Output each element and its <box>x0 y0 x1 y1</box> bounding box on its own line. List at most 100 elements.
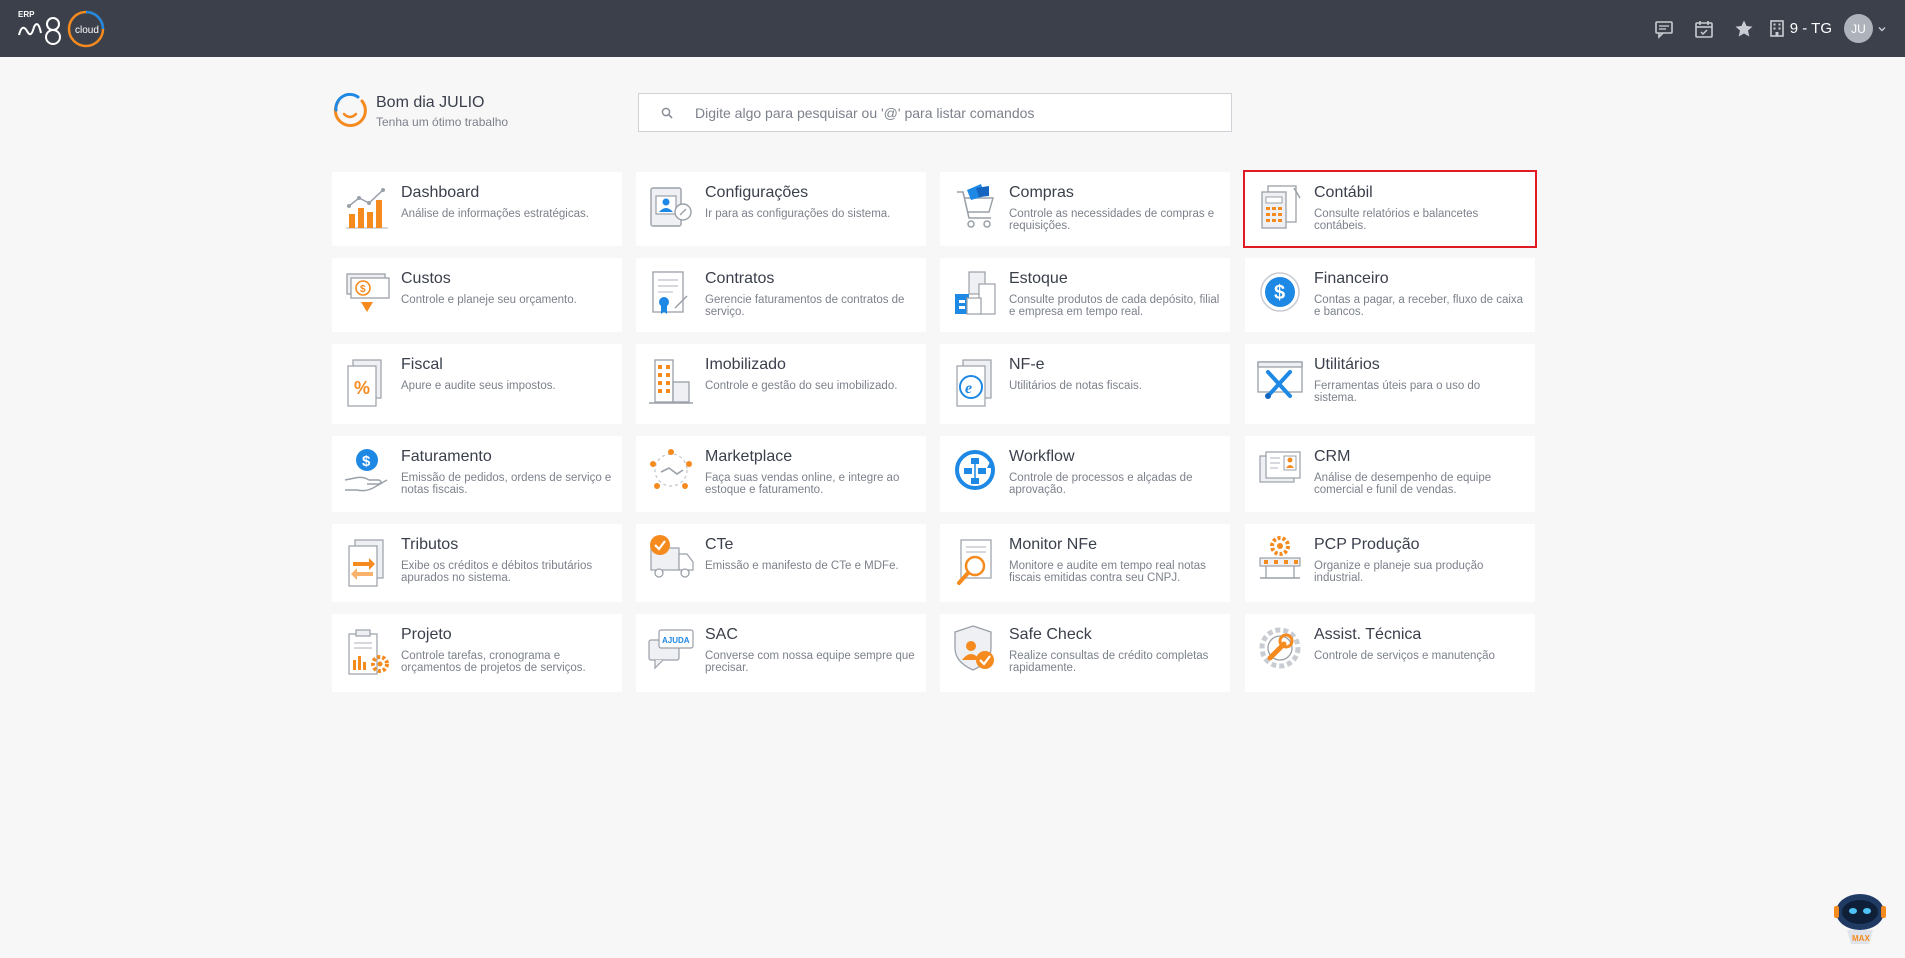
favorites-button[interactable] <box>1724 9 1764 49</box>
module-description: Emissão de pedidos, ordens de serviço e … <box>401 472 612 496</box>
module-card-pcp-producao[interactable]: PCP Produção Organize e planeje sua prod… <box>1245 524 1535 602</box>
module-description: Contas a pagar, a receber, fluxo de caix… <box>1314 294 1524 318</box>
module-title: Configurações <box>705 184 809 201</box>
module-card-assist-tecnica[interactable]: Assist. Técnica Controle de serviços e m… <box>1245 614 1535 692</box>
module-card-marketplace[interactable]: Marketplace Faça suas vendas online, e i… <box>636 436 926 512</box>
module-card-estoque[interactable]: Estoque Consulte produtos de cada depósi… <box>940 258 1230 332</box>
svg-text:$: $ <box>362 453 371 470</box>
calendar-button[interactable] <box>1684 9 1724 49</box>
greeting-subtitle: Tenha um ótimo trabalho <box>376 115 509 129</box>
user-menu[interactable]: JU <box>1844 14 1887 43</box>
star-icon <box>1735 20 1753 36</box>
project-clipboard-icon <box>348 629 389 675</box>
svg-text:cloud: cloud <box>75 25 99 36</box>
greeting-logo-icon <box>333 92 367 127</box>
module-card-nfe[interactable]: e NF-e Utilitários de notas fiscais. <box>940 344 1230 424</box>
module-title: SAC <box>705 626 738 643</box>
command-search[interactable] <box>638 93 1232 132</box>
module-title: PCP Produção <box>1314 536 1420 553</box>
module-description: Controle tarefas, cronograma e orçamento… <box>401 650 586 674</box>
module-title: Estoque <box>1009 270 1068 287</box>
module-description: Controle de processos e alçadas de aprov… <box>1009 472 1193 496</box>
module-card-fiscal[interactable]: % Fiscal Apure e audite seus impostos. <box>332 344 622 424</box>
svg-text:AJUDA: AJUDA <box>662 636 690 645</box>
robot-assistant-icon[interactable]: MAX <box>1831 888 1889 946</box>
module-description: Consulte produtos de cada depósito, fili… <box>1009 294 1220 318</box>
module-card-custos[interactable]: $ Custos Controle e planeje seu orçament… <box>332 258 622 332</box>
nfe-document-icon: e <box>956 359 992 407</box>
module-description: Organize e planeje sua produção industri… <box>1314 560 1484 584</box>
stock-boxes-icon <box>955 271 996 315</box>
top-bar-actions: 9 - TG JU <box>1644 0 1905 57</box>
calendar-icon <box>1694 20 1713 38</box>
module-card-projeto[interactable]: Projeto Controle tarefas, cronograma e o… <box>332 614 622 692</box>
chat-button[interactable] <box>1644 9 1684 49</box>
module-card-sac[interactable]: AJUDA SAC Converse com nossa equipe semp… <box>636 614 926 692</box>
module-description: Controle de serviços e manutenção <box>1314 650 1495 662</box>
module-title: Assist. Técnica <box>1314 626 1422 643</box>
module-title: NF-e <box>1009 356 1045 373</box>
search-input[interactable] <box>695 104 1215 121</box>
module-card-monitor-nfe[interactable]: Monitor NFe Monitore e audite em tempo r… <box>940 524 1230 602</box>
svg-text:$: $ <box>1274 282 1285 304</box>
module-description: Realize consultas de crédito completas r… <box>1009 650 1209 674</box>
contract-document-icon <box>652 271 688 314</box>
module-card-faturamento[interactable]: $ Faturamento Emissão de pedidos, ordens… <box>332 436 622 512</box>
module-card-workflow[interactable]: Workflow Controle de processos e alçadas… <box>940 436 1230 512</box>
m8-cloud-logo[interactable]: ERP cloud <box>16 7 108 51</box>
module-title: Projeto <box>401 626 452 643</box>
module-title: Imobilizado <box>705 356 786 373</box>
module-description: Emissão e manifesto de CTe e MDFe. <box>705 560 899 572</box>
production-gear-icon <box>1259 536 1301 579</box>
svg-text:e: e <box>965 380 972 397</box>
taxes-arrows-icon <box>348 539 384 587</box>
module-description: Controle e planeje seu orçamento. <box>401 294 577 306</box>
company-label: 9 - TG <box>1789 20 1832 37</box>
finance-dollar-icon: $ <box>1260 272 1300 312</box>
crm-card-icon <box>1259 451 1301 483</box>
top-bar: ERP cloud 9 - TG JU <box>0 0 1905 57</box>
module-card-crm[interactable]: CRM Análise de desempenho de equipe come… <box>1245 436 1535 512</box>
module-description: Análise de informações estratégicas. <box>401 208 589 220</box>
module-title: Faturamento <box>401 448 492 465</box>
module-description: Utilitários de notas fiscais. <box>1009 380 1142 392</box>
chevron-down-icon <box>1878 26 1886 31</box>
module-title: Monitor NFe <box>1009 536 1098 553</box>
module-title: Dashboard <box>401 184 480 201</box>
module-card-dashboard[interactable]: Dashboard Análise de informações estraté… <box>332 172 622 246</box>
wrench-gear-icon <box>1259 627 1301 669</box>
support-chat-icon: AJUDA <box>648 629 694 670</box>
module-card-tributos[interactable]: Tributos Exibe os créditos e débitos tri… <box>332 524 622 602</box>
module-description: Ir para as configurações do sistema. <box>705 208 891 220</box>
module-description: Exibe os créditos e débitos tributários … <box>401 560 593 584</box>
module-title: Utilitários <box>1314 356 1380 373</box>
module-description: Monitore e audite em tempo real notas fi… <box>1009 560 1206 584</box>
module-card-compras[interactable]: Compras Controle as necessidades de comp… <box>940 172 1230 246</box>
module-card-contratos[interactable]: Contratos Gerencie faturamentos de contr… <box>636 258 926 332</box>
company-selector[interactable]: 9 - TG <box>1769 20 1832 37</box>
svg-text:%: % <box>354 378 370 398</box>
costs-money-icon: $ <box>346 273 390 312</box>
shopping-cart-icon <box>957 184 994 228</box>
module-card-cte[interactable]: CTe Emissão e manifesto de CTe e MDFe. <box>636 524 926 602</box>
module-card-safe-check[interactable]: Safe Check Realize consultas de crédito … <box>940 614 1230 692</box>
module-description: Ferramentas úteis para o uso do sistema. <box>1314 380 1481 404</box>
marketplace-network-icon <box>650 449 692 489</box>
fiscal-percent-icon: % <box>347 359 382 407</box>
module-card-imobilizado[interactable]: Imobilizado Controle e gestão do seu imo… <box>636 344 926 424</box>
module-title: CRM <box>1314 448 1351 465</box>
module-title: Contratos <box>705 270 775 287</box>
module-description: Faça suas vendas online, e integre ao es… <box>705 472 900 496</box>
module-card-contabil[interactable]: Contábil Consulte relatórios e balancete… <box>1243 170 1537 248</box>
dashboard-chart-icon <box>346 188 388 229</box>
module-card-financeiro[interactable]: $ Financeiro Contas a pagar, a receber, … <box>1245 258 1535 332</box>
module-title: Contábil <box>1314 184 1373 201</box>
accounting-calculator-icon <box>1261 185 1301 229</box>
truck-check-icon <box>650 535 694 578</box>
svg-text:ERP: ERP <box>18 10 35 19</box>
module-description: Apure e audite seus impostos. <box>401 380 556 392</box>
building-icon <box>1769 20 1784 37</box>
building-assets-icon <box>649 359 693 404</box>
module-card-configuracoes[interactable]: Configurações Ir para as configurações d… <box>636 172 926 246</box>
module-card-utilitarios[interactable]: Utilitários Ferramentas úteis para o uso… <box>1245 344 1535 424</box>
